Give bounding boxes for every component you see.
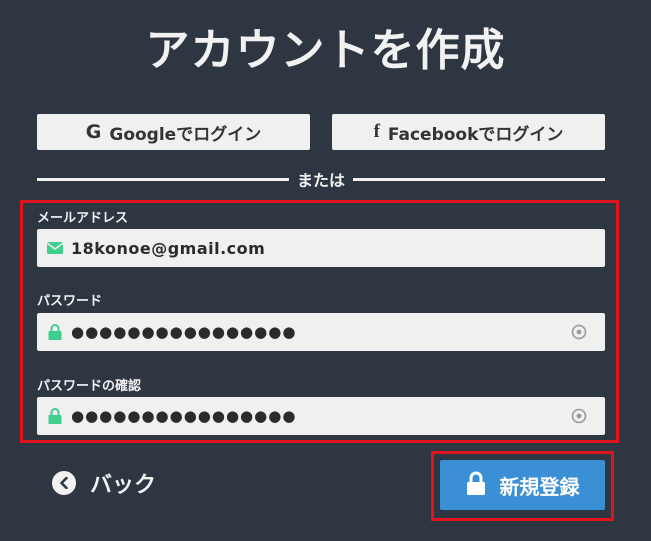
password-value: ●●●●●●●●●●●●●●●● [71, 323, 297, 341]
google-login-button[interactable]: G Googleでログイン [37, 114, 310, 150]
password-confirm-label: パスワードの確認 [37, 379, 142, 394]
lock-icon [45, 408, 65, 424]
back-label: バック [90, 473, 157, 498]
show-password-icon[interactable] [571, 324, 587, 340]
register-button[interactable]: 新規登録 [440, 460, 605, 510]
lock-icon [45, 324, 65, 340]
show-password-confirm-icon[interactable] [571, 408, 587, 424]
facebook-icon: f [373, 121, 380, 142]
password-field[interactable]: ●●●●●●●●●●●●●●●● [37, 313, 605, 351]
email-value: 18konoe@gmail.com [71, 238, 266, 258]
email-field[interactable]: 18konoe@gmail.com [37, 229, 605, 267]
divider-line-right [353, 177, 606, 181]
divider-line-left [37, 177, 289, 181]
envelope-icon [45, 242, 65, 254]
or-divider: または [37, 168, 606, 190]
facebook-login-label: Facebookでログイン [387, 124, 564, 145]
google-login-label: Googleでログイン [109, 124, 262, 145]
password-confirm-value: ●●●●●●●●●●●●●●●● [71, 407, 297, 425]
lock-icon [466, 471, 486, 500]
divider-text: または [297, 171, 346, 190]
register-label: 新規登録 [499, 474, 580, 499]
page-title: アカウントを作成 [145, 25, 506, 76]
password-confirm-field[interactable]: ●●●●●●●●●●●●●●●● [37, 397, 605, 435]
facebook-login-button[interactable]: f Facebookでログイン [332, 114, 605, 150]
google-icon: G [85, 121, 102, 143]
back-button[interactable]: バック [52, 467, 156, 499]
chevron-left-icon [52, 471, 76, 495]
email-label: メールアドレス [37, 211, 129, 226]
password-label: パスワード [37, 294, 103, 309]
